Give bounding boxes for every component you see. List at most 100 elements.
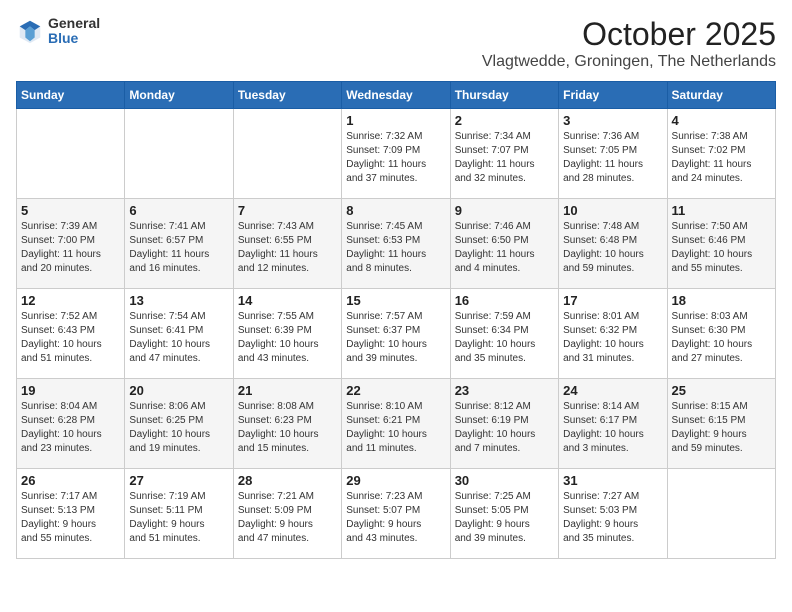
header-row: SundayMondayTuesdayWednesdayThursdayFrid… [17, 82, 776, 109]
day-info: Sunrise: 7:27 AM Sunset: 5:03 PM Dayligh… [563, 490, 662, 546]
calendar-cell: 3Sunrise: 7:36 AM Sunset: 7:05 PM Daylig… [559, 109, 667, 199]
calendar-cell: 29Sunrise: 7:23 AM Sunset: 5:07 PM Dayli… [342, 469, 450, 559]
calendar-cell: 27 Sunrise: 7:19 AM Sunset: 5:11 PM Dayli… [125, 469, 233, 559]
day-number: 17 [563, 293, 662, 308]
week-row-1: 5Sunrise: 7:39 AM Sunset: 7:00 PM Daylig… [17, 199, 776, 289]
month-title: October 2025 [482, 16, 776, 53]
header-thursday: Thursday [450, 82, 558, 109]
day-number: 18 [672, 293, 771, 308]
day-number: 10 [563, 203, 662, 218]
calendar-cell: 13Sunrise: 7:54 AM Sunset: 6:41 PM Dayli… [125, 289, 233, 379]
page-header: General Blue October 2025 Vlagtwedde, Gr… [16, 16, 776, 71]
day-info: Sunrise: 8:06 AM Sunset: 6:25 PM Dayligh… [129, 400, 228, 456]
day-info: Sunrise: 7:25 AM Sunset: 5:05 PM Dayligh… [455, 490, 554, 546]
calendar-cell: 23 Sunrise: 8:12 AM Sunset: 6:19 PM Dayli… [450, 379, 558, 469]
day-number: 5 [21, 203, 120, 218]
calendar-cell: 24 Sunrise: 8:14 AM Sunset: 6:17 PM Dayli… [559, 379, 667, 469]
day-info: Sunrise: 7:55 AM Sunset: 6:39 PM Dayligh… [238, 310, 337, 366]
day-info: Sunrise: 7:59 AM Sunset: 6:34 PM Dayligh… [455, 310, 554, 366]
calendar-table: SundayMondayTuesdayWednesdayThursdayFrid… [16, 81, 776, 559]
calendar-cell: 2 Sunrise: 7:34 AM Sunset: 7:07 PM Daylig… [450, 109, 558, 199]
header-saturday: Saturday [667, 82, 775, 109]
calendar-cell: 5Sunrise: 7:39 AM Sunset: 7:00 PM Daylig… [17, 199, 125, 289]
day-info: Sunrise: 7:48 AM Sunset: 6:48 PM Dayligh… [563, 220, 662, 276]
calendar-cell: 10 Sunrise: 7:48 AM Sunset: 6:48 PM Dayli… [559, 199, 667, 289]
day-number: 20 [129, 383, 228, 398]
calendar-cell: 19Sunrise: 8:04 AM Sunset: 6:28 PM Dayli… [17, 379, 125, 469]
header-friday: Friday [559, 82, 667, 109]
day-info: Sunrise: 7:34 AM Sunset: 7:07 PM Dayligh… [455, 130, 554, 186]
day-info: Sunrise: 7:19 AM Sunset: 5:11 PM Dayligh… [129, 490, 228, 546]
day-number: 14 [238, 293, 337, 308]
calendar-cell [233, 109, 341, 199]
day-number: 2 [455, 113, 554, 128]
header-sunday: Sunday [17, 82, 125, 109]
day-number: 12 [21, 293, 120, 308]
day-number: 24 [563, 383, 662, 398]
week-row-4: 26 Sunrise: 7:17 AM Sunset: 5:13 PM Dayli… [17, 469, 776, 559]
week-row-0: 1 Sunrise: 7:32 AM Sunset: 7:09 PM Daylig… [17, 109, 776, 199]
day-number: 19 [21, 383, 120, 398]
day-number: 28 [238, 473, 337, 488]
calendar-cell: 6Sunrise: 7:41 AM Sunset: 6:57 PM Daylig… [125, 199, 233, 289]
logo: General Blue [16, 16, 100, 47]
day-info: Sunrise: 7:17 AM Sunset: 5:13 PM Dayligh… [21, 490, 120, 546]
logo-icon [16, 17, 44, 45]
calendar-cell: 26 Sunrise: 7:17 AM Sunset: 5:13 PM Dayli… [17, 469, 125, 559]
day-info: Sunrise: 8:15 AM Sunset: 6:15 PM Dayligh… [672, 400, 771, 456]
calendar-cell: 16Sunrise: 7:59 AM Sunset: 6:34 PM Dayli… [450, 289, 558, 379]
day-number: 15 [346, 293, 445, 308]
calendar-cell: 14 Sunrise: 7:55 AM Sunset: 6:39 PM Dayli… [233, 289, 341, 379]
day-info: Sunrise: 7:41 AM Sunset: 6:57 PM Dayligh… [129, 220, 228, 276]
day-number: 26 [21, 473, 120, 488]
day-info: Sunrise: 7:32 AM Sunset: 7:09 PM Dayligh… [346, 130, 445, 186]
header-monday: Monday [125, 82, 233, 109]
day-number: 23 [455, 383, 554, 398]
calendar-cell: 17Sunrise: 8:01 AM Sunset: 6:32 PM Dayli… [559, 289, 667, 379]
day-info: Sunrise: 7:52 AM Sunset: 6:43 PM Dayligh… [21, 310, 120, 366]
day-info: Sunrise: 7:21 AM Sunset: 5:09 PM Dayligh… [238, 490, 337, 546]
day-number: 3 [563, 113, 662, 128]
day-number: 25 [672, 383, 771, 398]
day-info: Sunrise: 8:14 AM Sunset: 6:17 PM Dayligh… [563, 400, 662, 456]
day-number: 30 [455, 473, 554, 488]
calendar-cell: 22 Sunrise: 8:10 AM Sunset: 6:21 PM Dayli… [342, 379, 450, 469]
week-row-2: 12 Sunrise: 7:52 AM Sunset: 6:43 PM Dayli… [17, 289, 776, 379]
calendar-cell: 12 Sunrise: 7:52 AM Sunset: 6:43 PM Dayli… [17, 289, 125, 379]
day-number: 7 [238, 203, 337, 218]
week-row-3: 19Sunrise: 8:04 AM Sunset: 6:28 PM Dayli… [17, 379, 776, 469]
day-info: Sunrise: 7:45 AM Sunset: 6:53 PM Dayligh… [346, 220, 445, 276]
day-info: Sunrise: 7:57 AM Sunset: 6:37 PM Dayligh… [346, 310, 445, 366]
day-number: 8 [346, 203, 445, 218]
calendar-cell: 11Sunrise: 7:50 AM Sunset: 6:46 PM Dayli… [667, 199, 775, 289]
calendar-cell: 18Sunrise: 8:03 AM Sunset: 6:30 PM Dayli… [667, 289, 775, 379]
day-info: Sunrise: 8:10 AM Sunset: 6:21 PM Dayligh… [346, 400, 445, 456]
calendar-cell: 25 Sunrise: 8:15 AM Sunset: 6:15 PM Dayli… [667, 379, 775, 469]
calendar-cell [667, 469, 775, 559]
day-number: 31 [563, 473, 662, 488]
day-number: 27 [129, 473, 228, 488]
calendar-cell [125, 109, 233, 199]
calendar-cell: 20 Sunrise: 8:06 AM Sunset: 6:25 PM Dayli… [125, 379, 233, 469]
logo-blue-text: Blue [48, 31, 100, 46]
calendar-cell: 9Sunrise: 7:46 AM Sunset: 6:50 PM Daylig… [450, 199, 558, 289]
day-number: 1 [346, 113, 445, 128]
calendar-cell: 31 Sunrise: 7:27 AM Sunset: 5:03 PM Dayli… [559, 469, 667, 559]
day-number: 29 [346, 473, 445, 488]
day-number: 9 [455, 203, 554, 218]
day-number: 21 [238, 383, 337, 398]
calendar-cell: 15 Sunrise: 7:57 AM Sunset: 6:37 PM Dayli… [342, 289, 450, 379]
title-area: October 2025 Vlagtwedde, Groningen, The … [482, 16, 776, 71]
day-info: Sunrise: 8:12 AM Sunset: 6:19 PM Dayligh… [455, 400, 554, 456]
calendar-cell: 7Sunrise: 7:43 AM Sunset: 6:55 PM Daylig… [233, 199, 341, 289]
calendar-cell: 4Sunrise: 7:38 AM Sunset: 7:02 PM Daylig… [667, 109, 775, 199]
day-number: 22 [346, 383, 445, 398]
calendar-cell: 28 Sunrise: 7:21 AM Sunset: 5:09 PM Dayli… [233, 469, 341, 559]
logo-general-text: General [48, 16, 100, 31]
calendar-cell: 1 Sunrise: 7:32 AM Sunset: 7:09 PM Daylig… [342, 109, 450, 199]
day-info: Sunrise: 7:38 AM Sunset: 7:02 PM Dayligh… [672, 130, 771, 186]
location-title: Vlagtwedde, Groningen, The Netherlands [482, 53, 776, 71]
calendar-cell: 30 Sunrise: 7:25 AM Sunset: 5:05 PM Dayli… [450, 469, 558, 559]
day-number: 13 [129, 293, 228, 308]
header-tuesday: Tuesday [233, 82, 341, 109]
